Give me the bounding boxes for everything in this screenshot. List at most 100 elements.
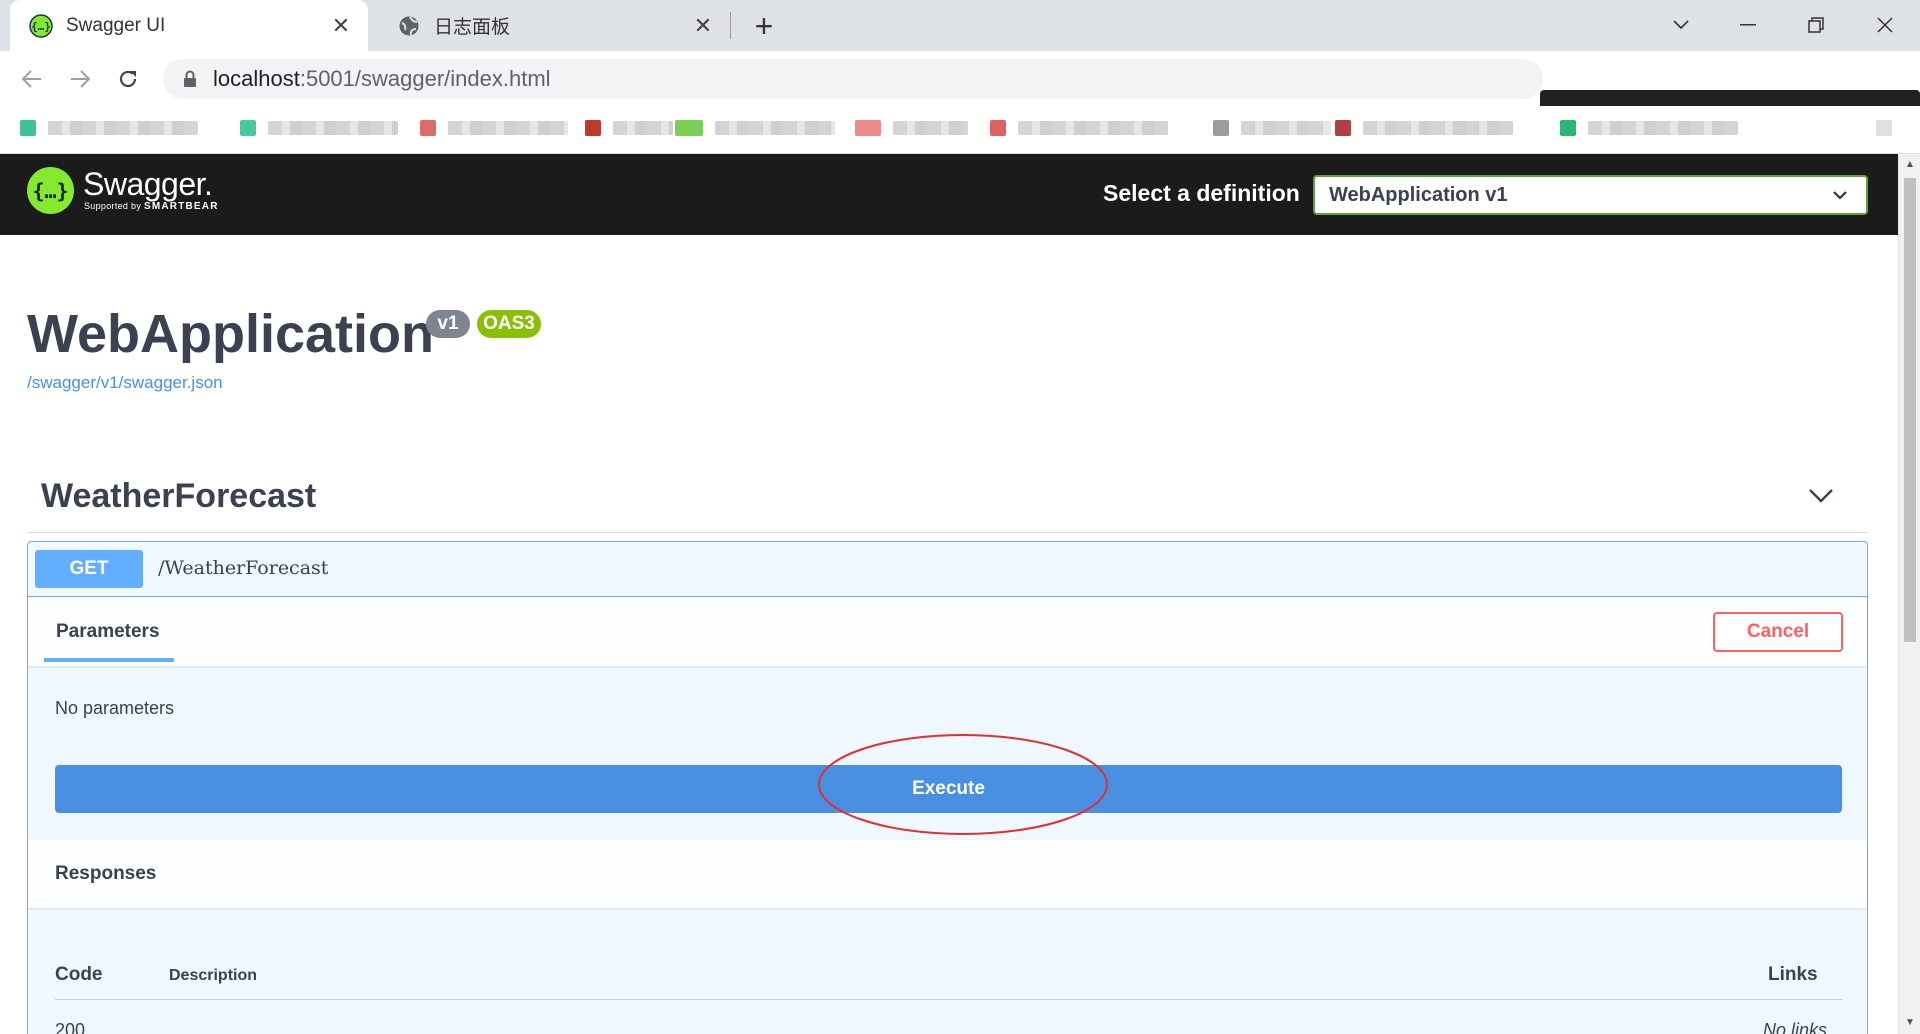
redacted-text [1018, 121, 1168, 135]
bookmark-item[interactable] [1560, 118, 1738, 138]
bookmark-favicon-icon [420, 120, 436, 136]
close-window-icon[interactable] [1865, 8, 1905, 42]
tab-parameters-label: Parameters [56, 621, 160, 642]
logo-title: Swagger [83, 166, 205, 202]
bookmark-item[interactable] [990, 118, 1168, 138]
forward-icon[interactable] [62, 61, 98, 97]
oas-badge: OAS3 [477, 310, 541, 338]
parameters-header: Parameters Cancel [28, 598, 1867, 666]
bookmark-item[interactable] [675, 118, 835, 138]
swagger-topbar: {…} Swagger. Supported by SMARTBEAR Sele… [0, 154, 1898, 235]
scrollbar[interactable]: ▲ ▼ [1898, 154, 1920, 1034]
operation-block: GET /WeatherForecast Parameters Cancel N… [27, 541, 1868, 1034]
new-tab-icon[interactable]: + [748, 10, 780, 42]
version-badge: v1 [426, 310, 470, 338]
scroll-up-icon[interactable]: ▲ [1904, 158, 1916, 170]
redacted-text [268, 121, 398, 135]
bookmark-favicon-icon [990, 120, 1006, 136]
redacted-text [1363, 121, 1513, 135]
bookmark-favicon-icon [240, 120, 256, 136]
tab-title: Swagger UI [66, 14, 166, 36]
bookmark-favicon-icon [1335, 120, 1351, 136]
bookmark-item[interactable] [855, 118, 968, 138]
bookmark-favicon-icon [675, 120, 703, 136]
redacted-text [893, 121, 968, 135]
method-badge: GET [35, 550, 143, 588]
definition-label: Select a definition [1103, 180, 1300, 206]
chevron-down-icon[interactable] [1805, 480, 1837, 512]
swagger-logo-icon: {…} [27, 167, 74, 214]
logo-brand: SMARTBEAR [143, 201, 219, 212]
cancel-button[interactable]: Cancel [1713, 612, 1843, 652]
column-header-code: Code [55, 964, 103, 985]
tab-log-panel[interactable]: 日志面板 ✕ [378, 0, 730, 51]
bookmark-favicon-icon [1213, 120, 1229, 136]
svg-text:{…}: {…} [31, 20, 51, 33]
definition-select[interactable]: WebApplication v1 [1313, 175, 1868, 215]
minimize-icon[interactable] [1728, 8, 1768, 42]
redacted-text [48, 121, 198, 135]
reload-icon[interactable] [110, 61, 146, 97]
tab-close-icon[interactable]: ✕ [328, 13, 354, 39]
redacted-text [1241, 121, 1331, 135]
swagger-favicon-icon: {…} [28, 13, 54, 39]
bookmark-item[interactable] [1876, 118, 1892, 138]
tab-title: 日志面板 [434, 17, 511, 38]
url-path: :5001/swagger/index.html [299, 66, 551, 91]
chevron-down-icon [1832, 186, 1848, 209]
spec-url-link[interactable]: /swagger/v1/swagger.json [27, 373, 223, 393]
address-bar[interactable]: localhost:5001/swagger/index.html [163, 59, 1543, 99]
response-links: No links [1763, 1020, 1828, 1034]
api-title: WebApplication [27, 304, 435, 364]
globe-icon [396, 13, 422, 39]
bookmarks-bar [0, 106, 1920, 154]
tab-separator [730, 12, 731, 39]
operation-path: /WeatherForecast [158, 557, 329, 579]
scrollbar-thumb[interactable] [1904, 178, 1916, 642]
bookmark-item[interactable] [1213, 118, 1331, 138]
bookmark-favicon-icon [20, 120, 36, 136]
browser-toolbar: localhost:5001/swagger/index.html [0, 51, 1920, 142]
bookmark-item[interactable] [1335, 118, 1513, 138]
redacted-text [1588, 121, 1738, 135]
table-divider [55, 999, 1842, 1000]
tab-swagger-ui[interactable]: {…} Swagger UI ✕ [10, 0, 368, 51]
response-code: 200 [55, 1020, 86, 1034]
bookmark-favicon-icon [1876, 120, 1892, 136]
definition-select-value: WebApplication v1 [1329, 183, 1508, 206]
redacted-text [448, 121, 568, 135]
swagger-logo-text: Swagger. Supported by SMARTBEAR [83, 167, 219, 212]
tab-close-icon[interactable]: ✕ [690, 13, 716, 39]
lock-icon[interactable] [181, 69, 199, 89]
url-text[interactable]: localhost:5001/swagger/index.html [213, 66, 551, 92]
logo-supported-by: Supported by [84, 201, 144, 211]
back-icon[interactable] [14, 61, 50, 97]
bookmark-favicon-icon [855, 120, 881, 136]
no-parameters-text: No parameters [55, 698, 175, 718]
column-header-links: Links [1768, 964, 1818, 985]
bookmark-item[interactable] [240, 118, 398, 138]
scroll-down-icon[interactable]: ▼ [1904, 1016, 1916, 1028]
operation-summary[interactable]: GET /WeatherForecast [28, 542, 1867, 597]
bookmark-favicon-icon [1560, 120, 1576, 136]
tab-search-icon[interactable] [1661, 8, 1701, 42]
restore-icon[interactable] [1796, 8, 1836, 42]
tab-underline [44, 658, 174, 662]
redacted-text [613, 121, 673, 135]
browser-tab-bar: {…} Swagger UI ✕ 日志面板 ✕ + [0, 0, 1920, 51]
swagger-logo[interactable]: {…} Swagger. Supported by SMARTBEAR [27, 167, 219, 214]
bookmark-item[interactable] [20, 118, 198, 138]
bookmark-item[interactable] [585, 118, 673, 138]
page-viewport: {…} Swagger. Supported by SMARTBEAR Sele… [0, 154, 1898, 1034]
responses-header: Responses [28, 840, 1867, 908]
bookmark-favicon-icon [585, 120, 601, 136]
redacted-text [715, 121, 835, 135]
url-host: localhost [213, 66, 300, 91]
responses-title: Responses [55, 863, 157, 884]
execute-button[interactable]: Execute [55, 765, 1842, 813]
tag-title[interactable]: WeatherForecast [41, 477, 316, 516]
tab-parameters[interactable]: Parameters [44, 598, 174, 666]
bookmark-item[interactable] [420, 118, 568, 138]
tag-divider [27, 532, 1868, 533]
logo-tm: . [204, 166, 213, 202]
